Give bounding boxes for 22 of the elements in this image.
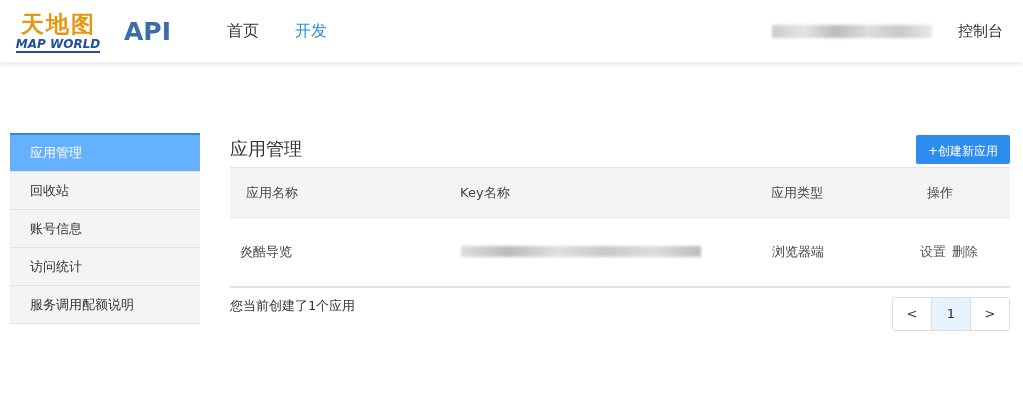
sidebar-item[interactable]: 回收站 <box>10 172 200 210</box>
nav-link[interactable]: 首页 <box>227 20 259 42</box>
column-header: Key名称 <box>460 167 771 218</box>
table-cell: 浏览器端 <box>771 217 919 287</box>
summary-text: 您当前创建了1个应用 <box>230 297 356 315</box>
product-name: API <box>124 16 171 46</box>
page-title: 应用管理 <box>230 137 302 161</box>
sidebar-item[interactable]: 服务调用配额说明 <box>10 286 200 324</box>
column-header: 应用类型 <box>771 167 919 218</box>
sidebar-item[interactable]: 访问统计 <box>10 248 200 286</box>
action-link[interactable]: 设置 <box>920 244 946 259</box>
nav-link[interactable]: 开发 <box>295 20 327 42</box>
page-button[interactable]: 1 <box>932 298 971 330</box>
logo-text: 天地图 <box>20 9 96 37</box>
console-link[interactable]: 控制台 <box>958 21 1003 41</box>
logo-subtitle: MAP WORLD <box>15 36 101 53</box>
column-header: 操作 <box>919 167 1010 218</box>
column-header: 应用名称 <box>230 167 460 218</box>
table-cell: 炎酷导览 <box>230 217 460 287</box>
next-page-button[interactable]: > <box>971 298 1009 330</box>
action-link[interactable]: 删除 <box>952 244 978 259</box>
sidebar-item[interactable]: 账号信息 <box>10 210 200 248</box>
